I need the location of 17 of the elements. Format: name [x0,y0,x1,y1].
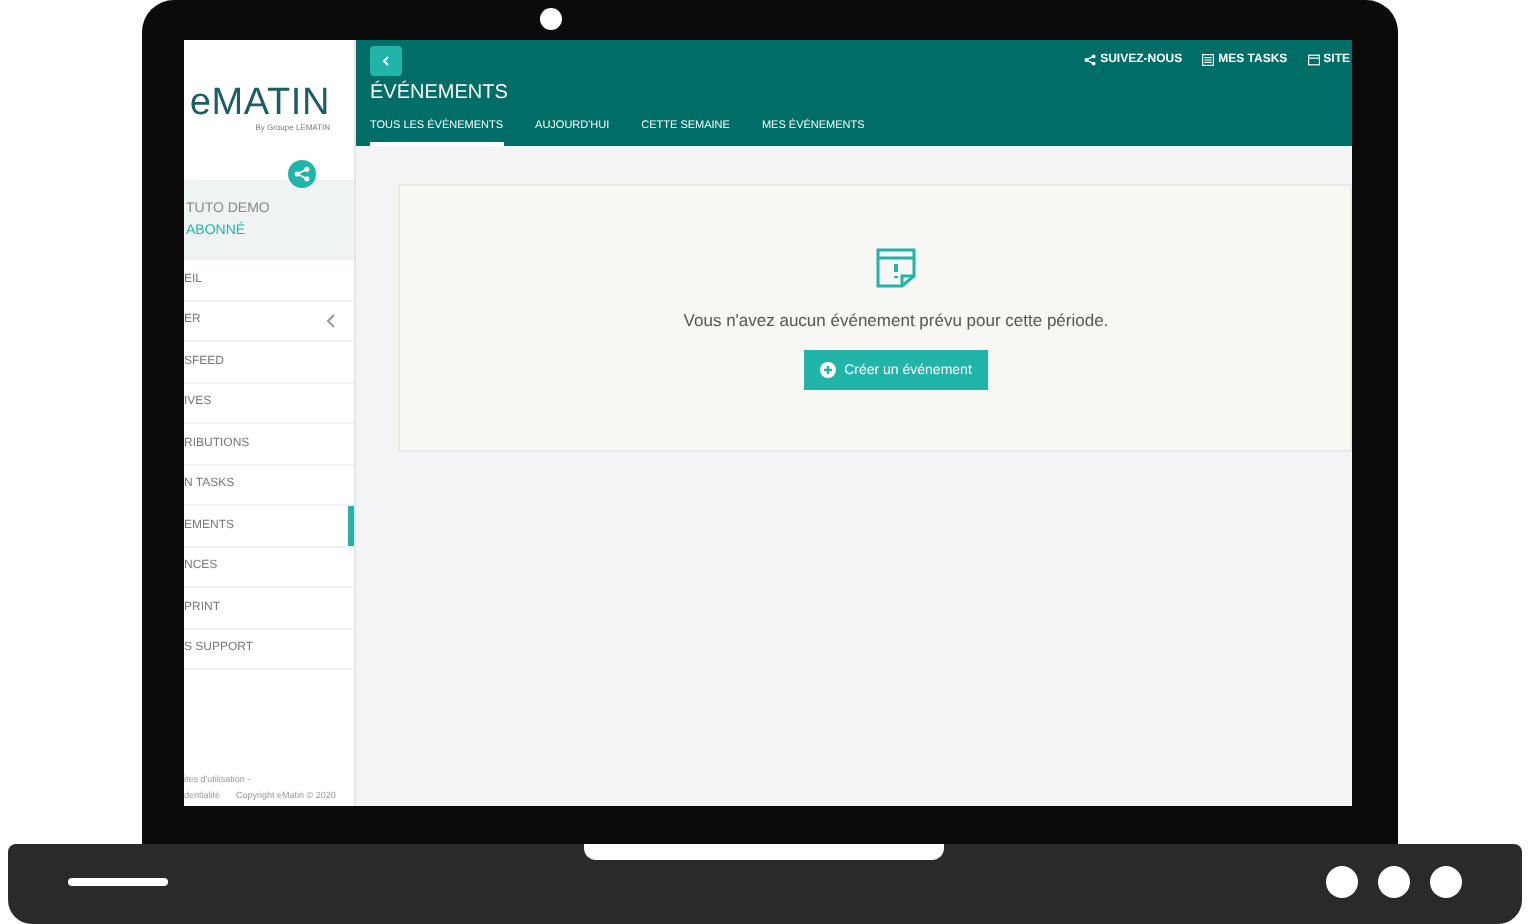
logo: eMATIN [189,84,330,122]
share-icon [1084,54,1097,66]
chevron-left-icon [382,56,390,66]
camera-icon [540,8,562,30]
plus-icon [820,362,837,378]
speaker-line [67,878,167,886]
window-icon [1307,54,1320,66]
button-dot [1325,866,1357,898]
calendar-icon [874,246,918,290]
button-dot [1377,866,1409,898]
share-button[interactable] [288,160,316,188]
button-dot [1429,866,1461,898]
back-button[interactable] [370,46,402,76]
page-title: ÉVÉNEMENTS [370,82,510,104]
list-icon [1202,54,1215,66]
empty-message: Vous n'avez aucun événement prévu pour cette période. [683,310,1109,330]
share-icon [294,166,310,182]
